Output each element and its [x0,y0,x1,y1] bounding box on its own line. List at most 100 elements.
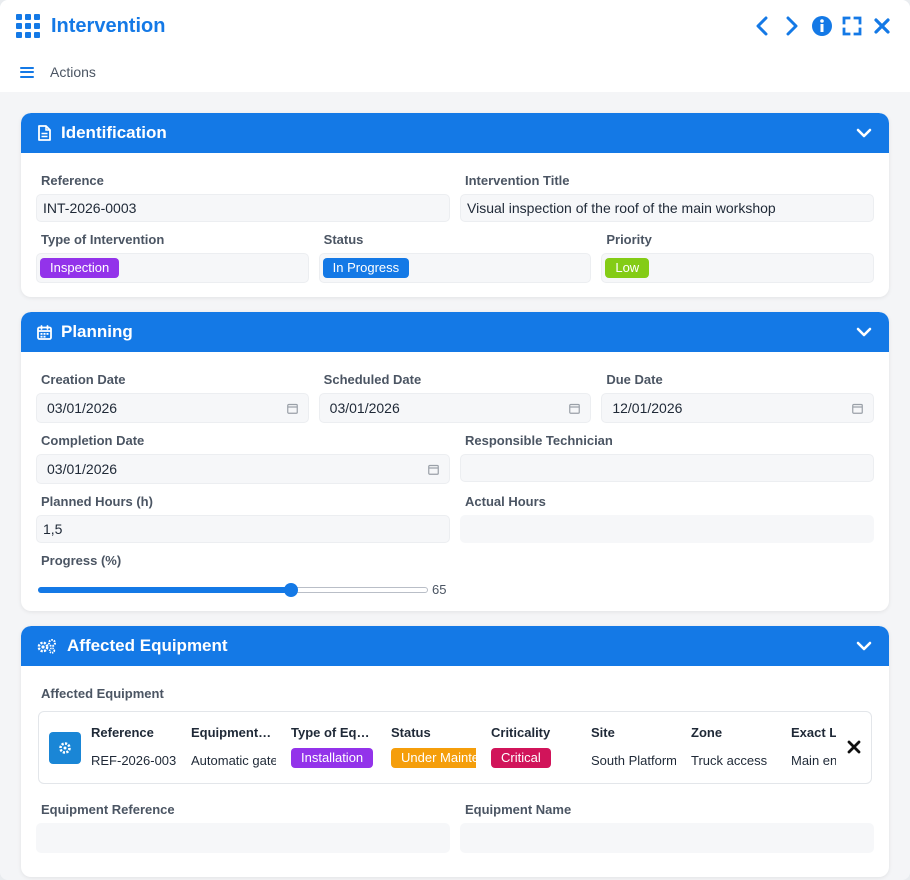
cell-status: Under Maintenance [391,747,476,768]
gears-icon [36,638,58,654]
identification-title: Identification [61,123,167,142]
reference-field: Reference INT-2026-0003 [36,173,450,222]
type-select[interactable]: Inspection [36,253,309,283]
creation-date-value: 03/01/2026 [47,400,118,416]
col-reference: Reference REF-2026-003 [91,725,191,771]
equipment-reference-input[interactable] [36,823,450,853]
reference-label: Reference [41,173,104,188]
identification-body: Reference INT-2026-0003 Intervention Tit… [21,153,889,297]
header-criticality: Criticality [491,724,551,740]
progress-value: 65 [432,582,447,597]
actions-label[interactable]: Actions [50,64,96,80]
priority-select[interactable]: Low [601,253,875,283]
col-type: Type of Eq… Installation [291,725,391,771]
creation-date-field: Creation Date 03/01/2026 [36,372,309,423]
actual-hours-label: Actual Hours [465,494,546,509]
actual-hours-input[interactable] [460,515,874,543]
calendar-icon [36,324,52,340]
intervention-title-input[interactable]: Visual inspection of the roof of the mai… [460,194,874,222]
completion-date-input[interactable]: 03/01/2026 [36,454,450,484]
calendar-small-icon[interactable] [428,464,439,475]
equipment-body: Affected Equipment Reference REF-2026-00… [21,666,889,877]
header-site: Site [591,724,615,740]
progress-field: Progress (%) 65 [36,553,874,597]
creation-date-input[interactable]: 03/01/2026 [36,393,309,423]
close-icon[interactable] [870,14,894,38]
chevron-down-icon[interactable] [854,636,874,656]
completion-date-value: 03/01/2026 [47,461,118,477]
status-badge: In Progress [322,258,410,278]
cell-type: Installation [291,747,376,768]
actions-menu[interactable]: Actions [0,52,910,92]
scheduled-date-value: 03/01/2026 [329,400,400,416]
planning-section: Planning Creation Date 03/01/2026 Schedu… [21,312,889,611]
expand-icon[interactable] [840,14,864,38]
priority-badge: Low [605,258,650,278]
hamburger-icon[interactable] [20,66,34,78]
type-field: Type of Intervention Inspection [36,232,309,283]
scheduled-date-input[interactable]: 03/01/2026 [318,393,592,423]
chevron-down-icon[interactable] [854,123,874,143]
chevron-down-icon[interactable] [854,322,874,342]
scheduled-date-label: Scheduled Date [323,372,422,387]
cell-exact-location: Main entrance [791,752,836,768]
gear-icon[interactable] [49,731,81,764]
col-equipment: Equipment… Automatic gate [191,725,291,771]
form-content: Identification Reference INT-2026-0003 I… [0,92,910,877]
header-reference: Reference [91,724,154,740]
status-select[interactable]: In Progress [318,253,592,283]
equipment-title: Affected Equipment [67,636,228,655]
chevron-right-icon[interactable] [780,14,804,38]
header-status: Status [391,724,431,740]
planning-row-1: Creation Date 03/01/2026 Scheduled Date … [36,372,875,423]
identification-row-2: Type of Intervention Inspection Status I… [36,232,875,283]
equipment-name-label: Equipment Name [465,802,572,817]
status-label: Status [323,232,364,247]
completion-date-label: Completion Date [41,433,145,448]
equipment-reference-field: Equipment Reference [36,802,450,853]
equipment-name-input[interactable] [460,823,874,853]
intervention-title-field: Intervention Title Visual inspection of … [460,173,874,222]
planning-row-2: Completion Date 03/01/2026 Responsible T… [36,433,874,484]
calendar-small-icon[interactable] [286,403,298,414]
remove-icon[interactable] [847,740,861,754]
planned-hours-input[interactable]: 1,5 [36,515,450,543]
criticality-badge: Critical [491,747,551,768]
technician-label: Responsible Technician [465,433,613,448]
window-title: Intervention [51,14,166,37]
calendar-small-icon[interactable] [569,403,581,414]
actual-hours-field: Actual Hours [460,494,874,543]
col-criticality: Criticality Critical [491,725,591,771]
planning-title: Planning [61,322,133,341]
technician-field: Responsible Technician [460,433,874,484]
header-exact-location: Exact L [791,724,836,740]
progress-fill [38,586,291,593]
due-date-field: Due Date 12/01/2026 [601,372,875,423]
equipment-section: Affected Equipment Affected Equipment Re… [21,626,889,877]
identification-section: Identification Reference INT-2026-0003 I… [21,113,889,297]
progress-track[interactable] [38,582,428,597]
col-site: Site South Platform [591,725,691,771]
info-icon[interactable] [810,14,834,38]
planned-hours-label: Planned Hours (h) [41,494,153,509]
planning-header[interactable]: Planning [21,312,889,352]
equipment-name-field: Equipment Name [460,802,874,853]
scheduled-date-field: Scheduled Date 03/01/2026 [318,372,592,423]
cell-reference: REF-2026-003 [91,752,176,768]
cell-equipment: Automatic gate [191,752,276,768]
col-status: Status Under Maintenance [391,725,491,771]
equipment-row[interactable]: Reference REF-2026-003 Equipment… Automa… [38,711,872,784]
header-type: Type of Eq… [291,724,370,740]
due-date-input[interactable]: 12/01/2026 [601,393,875,423]
technician-input[interactable] [460,454,874,482]
cell-site: South Platform [591,752,676,768]
progress-slider[interactable]: 65 [36,582,874,597]
calendar-small-icon[interactable] [852,403,863,414]
progress-thumb[interactable] [284,582,299,597]
creation-date-label: Creation Date [41,372,126,387]
equipment-header[interactable]: Affected Equipment [21,626,889,666]
chevron-left-icon[interactable] [750,14,774,38]
reference-input[interactable]: INT-2026-0003 [36,194,450,222]
identification-header[interactable]: Identification [21,113,889,153]
type-badge: Inspection [40,258,120,278]
